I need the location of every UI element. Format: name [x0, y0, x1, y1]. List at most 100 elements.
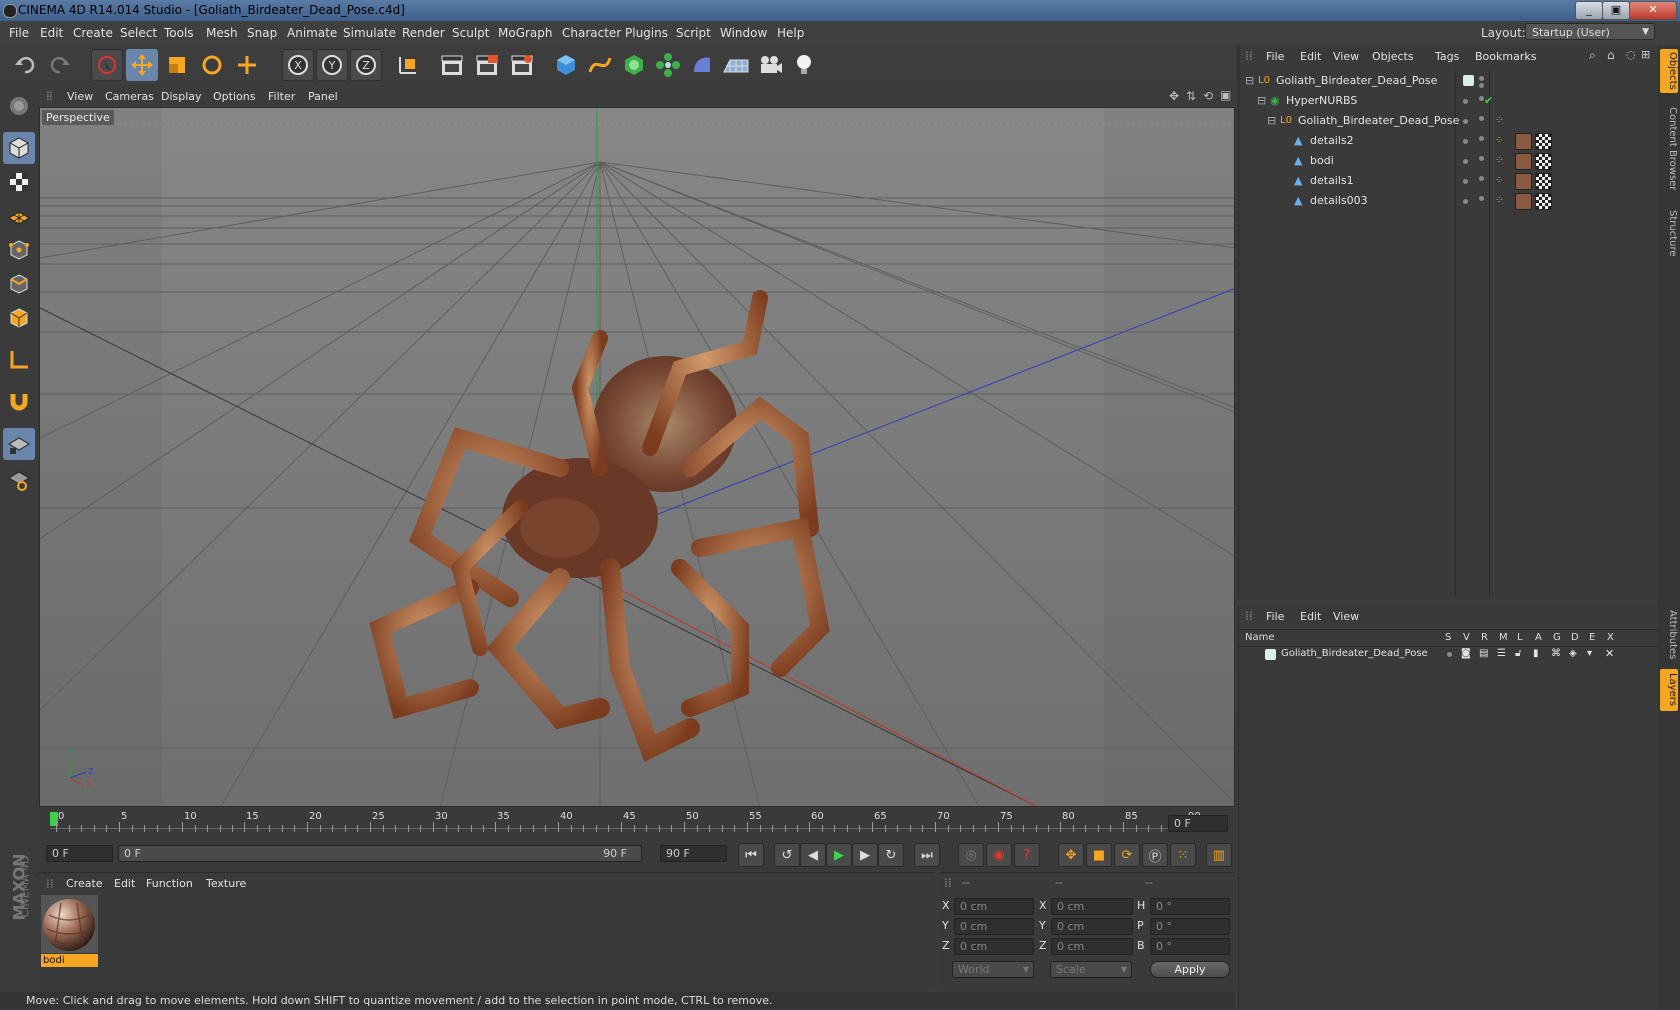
apply-button[interactable]: Apply	[1150, 961, 1230, 978]
object-row-null[interactable]: ⊟ L0 Goliath_Birdeater_Dead_Pose ⁘	[1239, 111, 1659, 131]
menu-simulate[interactable]: Simulate	[343, 26, 396, 40]
column-solo[interactable]: S	[1445, 632, 1451, 643]
viewport-menu-view[interactable]: View	[67, 90, 93, 103]
objects-menu-objects[interactable]: Objects	[1372, 50, 1414, 63]
column-render[interactable]: R	[1481, 632, 1488, 643]
object-row-hypernurbs[interactable]: ⊟ ◉ HyperNURBS ✔	[1239, 91, 1659, 111]
layers-drag-handle-icon[interactable]: ⁞⁞	[1245, 609, 1253, 623]
end-frame-field[interactable]: 90 F	[660, 845, 727, 862]
tab-objects[interactable]: Objects	[1660, 49, 1678, 93]
viewport-scene[interactable]	[40, 108, 1235, 807]
phong-tag-icon[interactable]: ⁘	[1495, 171, 1503, 191]
editor-visibility-dot[interactable]	[1479, 76, 1484, 81]
object-name[interactable]: HyperNURBS	[1286, 91, 1357, 111]
add-cube-button[interactable]	[550, 49, 582, 81]
layer-xref-icon[interactable]: ✕	[1605, 645, 1614, 663]
play-button[interactable]: ▶	[826, 843, 852, 867]
live-selection-button[interactable]	[91, 49, 123, 81]
objects-menu-edit[interactable]: Edit	[1300, 50, 1321, 63]
menu-plugins[interactable]: Plugins	[625, 26, 668, 40]
editor-visibility-dot[interactable]	[1463, 99, 1468, 104]
render-visibility-dot[interactable]	[1479, 156, 1484, 161]
add-floor-button[interactable]	[720, 49, 752, 81]
layer-name[interactable]: Goliath_Birdeater_Dead_Pose	[1281, 645, 1428, 663]
render-visibility-dot[interactable]	[1479, 116, 1484, 121]
render-view-button[interactable]	[436, 49, 468, 81]
collapse-icon[interactable]: ⊟	[1267, 111, 1276, 131]
editor-visibility-dot[interactable]	[1463, 179, 1468, 184]
perspective-viewport[interactable]: Perspective Y Z X	[39, 107, 1235, 807]
objects-menu-tags[interactable]: Tags	[1435, 50, 1459, 63]
layer-render-icon[interactable]: ▤	[1479, 645, 1488, 663]
object-name[interactable]: details2	[1310, 131, 1354, 151]
material-menu-function[interactable]: Function	[146, 877, 193, 890]
pos-z-field[interactable]: 0 cm	[954, 938, 1034, 955]
menu-animate[interactable]: Animate	[287, 26, 337, 40]
viewport-zoom-icon[interactable]: ⇅	[1186, 89, 1196, 103]
record-parameter-button[interactable]: Ⓟ	[1142, 843, 1168, 867]
menu-window[interactable]: Window	[720, 26, 767, 40]
layers-menu-view[interactable]: View	[1333, 610, 1359, 623]
size-x-field[interactable]: 0 cm	[1051, 898, 1133, 915]
object-name[interactable]: details003	[1310, 191, 1368, 211]
layer-view-eye-icon[interactable]: ◙	[1461, 645, 1471, 663]
layers-menu-file[interactable]: File	[1266, 610, 1284, 623]
tab-content-browser[interactable]: Content Browser	[1660, 99, 1678, 199]
menu-character[interactable]: Character	[562, 26, 621, 40]
layer-animation-icon[interactable]: ▮	[1533, 645, 1539, 663]
menu-render[interactable]: Render	[402, 26, 445, 40]
record-points-button[interactable]: ⁙	[1170, 843, 1196, 867]
column-generators[interactable]: G	[1553, 632, 1561, 643]
column-view[interactable]: V	[1463, 632, 1470, 643]
polygons-mode-button[interactable]	[3, 302, 35, 334]
viewport-menu-filter[interactable]: Filter	[268, 90, 295, 103]
go-to-start-button[interactable]: ⏮	[738, 843, 764, 867]
editor-visibility-dot[interactable]	[1463, 139, 1468, 144]
material-menu-edit[interactable]: Edit	[114, 877, 135, 890]
render-visibility-dot[interactable]	[1479, 196, 1484, 201]
column-deformers[interactable]: D	[1571, 632, 1579, 643]
collapse-icon[interactable]: ⊟	[1257, 91, 1266, 111]
viewport-menu-options[interactable]: Options	[213, 90, 255, 103]
editor-visibility-dot[interactable]	[1463, 159, 1468, 164]
edges-mode-button[interactable]	[3, 268, 35, 300]
render-visibility-dot[interactable]	[1479, 176, 1484, 181]
frame-range-slider[interactable]: 0 F 90 F	[118, 845, 642, 862]
rot-h-field[interactable]: 0 °	[1150, 898, 1230, 915]
size-mode-select[interactable]: Scale ▼	[1050, 961, 1132, 978]
editor-visibility-dot[interactable]	[1463, 119, 1468, 124]
previous-key-button[interactable]: ↺	[774, 843, 800, 867]
column-name[interactable]: Name	[1245, 632, 1275, 643]
objects-drag-handle-icon[interactable]: ⁞⁞	[1245, 49, 1253, 63]
redo-button[interactable]	[44, 49, 76, 81]
object-name[interactable]: Goliath_Birdeater_Dead_Pose	[1298, 111, 1459, 131]
layer-expressions-icon[interactable]: ▾	[1587, 645, 1592, 663]
size-z-field[interactable]: 0 cm	[1051, 938, 1133, 955]
layer-generators-icon[interactable]: ⌘	[1551, 645, 1561, 663]
menu-tools[interactable]: Tools	[164, 26, 194, 40]
render-visibility-dot[interactable]	[1479, 83, 1484, 88]
restore-button[interactable]: ▣	[1602, 1, 1630, 20]
workplane-lock-button[interactable]	[3, 428, 35, 460]
y-axis-lock-button[interactable]: Y	[316, 49, 348, 81]
objects-menu-file[interactable]: File	[1266, 50, 1284, 63]
uvw-tag-icon[interactable]	[1535, 193, 1552, 210]
phong-tag-icon[interactable]: ⁘	[1495, 151, 1503, 171]
viewport-pan-icon[interactable]: ✥	[1169, 89, 1179, 103]
object-row-root[interactable]: ⊟ L0 Goliath_Birdeater_Dead_Pose	[1239, 71, 1659, 91]
layers-menu-edit[interactable]: Edit	[1300, 610, 1321, 623]
recent-tool-button[interactable]	[231, 49, 263, 81]
material-tag-icon[interactable]	[1515, 133, 1532, 150]
layout-select[interactable]: Startup (User) ▼	[1525, 23, 1655, 40]
material-bodi[interactable]: bodi	[41, 895, 98, 967]
coordinate-system-select[interactable]: World ▼	[952, 961, 1034, 978]
add-array-button[interactable]	[652, 49, 684, 81]
material-menu-texture[interactable]: Texture	[206, 877, 246, 890]
tab-layers[interactable]: Layers	[1660, 669, 1678, 711]
menu-mograph[interactable]: MoGraph	[498, 26, 553, 40]
pos-y-field[interactable]: 0 cm	[954, 918, 1034, 935]
tab-structure[interactable]: Structure	[1660, 203, 1678, 263]
workplane-mode-button[interactable]	[3, 200, 35, 232]
column-locked[interactable]: L	[1517, 632, 1523, 643]
home-icon[interactable]: ⌂	[1607, 48, 1615, 62]
